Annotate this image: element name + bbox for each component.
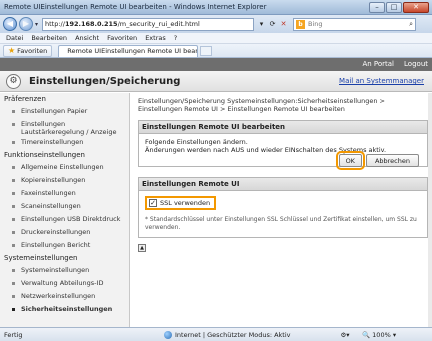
settings-panel: Einstellungen Remote UI ✓ SSL verwenden … xyxy=(138,177,428,238)
protected-mode-icon[interactable]: ⚙▾ xyxy=(334,331,356,339)
main-content: Einstellungen/Speicherung Systemeinstell… xyxy=(138,93,428,252)
bullet-icon xyxy=(12,308,15,311)
back-button[interactable]: ◀ xyxy=(3,17,17,31)
close-button[interactable]: ✕ xyxy=(403,2,429,13)
settings-gear-icon: ⚙ xyxy=(6,73,21,89)
ok-button[interactable]: OK xyxy=(335,151,366,170)
page-header: ⚙ Einstellungen/Speicherung Mail an Syst… xyxy=(0,71,432,92)
bullet-icon xyxy=(12,282,15,285)
bullet-icon xyxy=(12,269,15,272)
bullet-icon xyxy=(12,231,15,234)
mail-admin-link[interactable]: Mail an Systemmanager xyxy=(339,77,424,85)
sidebar-item-usb-direktdruck[interactable]: Einstellungen USB Direktdruck xyxy=(0,213,129,226)
sidebar-item-sicherheit[interactable]: Sicherheitseinstellungen xyxy=(0,303,129,316)
page-top-icon[interactable]: ▲ xyxy=(138,244,146,252)
favorites-button[interactable]: ★ Favoriten xyxy=(3,44,53,57)
stop-icon[interactable]: ✕ xyxy=(278,19,289,30)
navigation-bar: ◀ ▶ ▾ http://192.168.0.215/m_security_ru… xyxy=(0,15,432,33)
history-dropdown-icon[interactable]: ▾ xyxy=(35,21,38,28)
refresh-icon[interactable]: ⟳ xyxy=(267,19,278,30)
sidebar-section-title: Präferenzen xyxy=(4,95,46,103)
status-text: Fertig xyxy=(4,330,23,339)
ssl-checkbox[interactable]: ✓ xyxy=(149,199,157,207)
menu-help[interactable]: ? xyxy=(174,34,177,42)
search-icon[interactable]: ⌕ xyxy=(409,20,413,29)
sidebar: Präferenzen Einstellungen Papier Einstel… xyxy=(0,93,130,327)
sidebar-item-scan[interactable]: Scaneinstellungen xyxy=(0,200,129,213)
logout-link[interactable]: Logout xyxy=(404,60,428,68)
zoom-level[interactable]: 🔍 100% ▾ xyxy=(362,331,396,339)
menu-ansicht[interactable]: Ansicht xyxy=(75,34,99,42)
web-page: An Portal Logout ⚙ Einstellungen/Speiche… xyxy=(0,58,432,327)
menu-favoriten[interactable]: Favoriten xyxy=(107,34,137,42)
bullet-icon xyxy=(12,179,15,182)
bullet-icon xyxy=(12,166,15,169)
cancel-button[interactable]: Abbrechen xyxy=(365,154,419,167)
bullet-icon xyxy=(12,218,15,221)
ssl-label: SSL verwenden xyxy=(160,199,211,207)
sidebar-item-einstellungen-papier[interactable]: Einstellungen Papier xyxy=(0,105,129,118)
portal-link[interactable]: An Portal xyxy=(362,60,394,68)
new-tab-button[interactable] xyxy=(200,45,213,56)
breadcrumb: Einstellungen/Speicherung Systemeinstell… xyxy=(138,97,385,113)
globe-icon xyxy=(164,330,172,339)
sidebar-item-fax[interactable]: Faxeinstellungen xyxy=(0,187,129,200)
sidebar-item-kopie[interactable]: Kopiereinstellungen xyxy=(0,174,129,187)
sidebar-item-bericht[interactable]: Einstellungen Bericht xyxy=(0,239,129,252)
address-dropdown-icon[interactable]: ▾ xyxy=(256,19,267,30)
menu-extras[interactable]: Extras xyxy=(145,34,166,42)
forward-button[interactable]: ▶ xyxy=(19,17,33,31)
bullet-icon xyxy=(12,141,15,144)
ssl-note: * Standardschlüssel unter Einstellungen … xyxy=(145,216,417,231)
star-icon: ★ xyxy=(8,46,16,55)
edit-panel-title: Einstellungen Remote UI bearbeiten xyxy=(139,121,427,134)
tab-remote-ui[interactable]: Remote UIEinstellungen Remote UI bearbei… xyxy=(58,44,199,57)
sidebar-section-title: Systemeinstellungen xyxy=(4,254,78,262)
maximize-button[interactable]: □ xyxy=(386,2,402,13)
bullet-icon xyxy=(12,192,15,195)
sidebar-item-abteilungs-id[interactable]: Verwaltung Abteilungs-ID xyxy=(0,277,129,290)
sidebar-item-netzwerk[interactable]: Netzwerkeinstellungen xyxy=(0,290,129,303)
ssl-checkbox-row[interactable]: ✓ SSL verwenden xyxy=(145,196,217,210)
bullet-icon xyxy=(12,244,15,247)
sidebar-item-lautstaerke[interactable]: Einstellungen Lautstärkeregelung / Anzei… xyxy=(0,118,129,136)
search-input[interactable]: b Bing ⌕ xyxy=(293,17,417,31)
sidebar-item-allgemein[interactable]: Allgemeine Einstellungen xyxy=(0,161,129,174)
settings-panel-title: Einstellungen Remote UI xyxy=(139,178,427,191)
minimize-button[interactable]: – xyxy=(369,2,385,13)
sidebar-item-drucker[interactable]: Druckereinstellungen xyxy=(0,226,129,239)
page-title: Einstellungen/Speicherung xyxy=(29,75,181,87)
menu-bearbeiten[interactable]: Bearbeiten xyxy=(31,34,67,42)
security-zone[interactable]: Internet | Geschützter Modus: Aktiv xyxy=(164,330,334,339)
sidebar-item-systemeinstellungen[interactable]: Systemeinstellungen xyxy=(0,264,129,277)
sidebar-section-title: Funktionseinstellungen xyxy=(4,151,85,159)
window-title: Remote UIEinstellungen Remote UI bearbei… xyxy=(4,3,267,11)
menu-bar: Datei Bearbeiten Ansicht Favoriten Extra… xyxy=(0,33,432,44)
edit-panel: Einstellungen Remote UI bearbeiten Folge… xyxy=(138,120,428,170)
top-strip: An Portal Logout xyxy=(0,58,432,71)
window-titlebar: Remote UIEinstellungen Remote UI bearbei… xyxy=(0,0,432,15)
address-bar[interactable]: http://192.168.0.215/m_security_rui_edit… xyxy=(42,17,255,31)
sidebar-item-timer[interactable]: Timereinstellungen xyxy=(0,136,129,149)
status-bar: Fertig Internet | Geschützter Modus: Akt… xyxy=(0,327,432,341)
bullet-icon xyxy=(12,110,15,113)
bullet-icon xyxy=(12,295,15,298)
bullet-icon xyxy=(12,123,15,126)
edit-panel-text: Folgende Einstellungen ändern. xyxy=(145,138,248,146)
favorites-bar: ★ Favoriten Remote UIEinstellungen Remot… xyxy=(0,44,432,58)
page-scrollbar[interactable] xyxy=(428,93,432,327)
bing-icon: b xyxy=(296,19,306,29)
menu-datei[interactable]: Datei xyxy=(6,34,23,42)
edit-panel-text: Änderungen werden nach AUS und wieder EI… xyxy=(145,146,387,154)
bullet-icon xyxy=(12,205,15,208)
